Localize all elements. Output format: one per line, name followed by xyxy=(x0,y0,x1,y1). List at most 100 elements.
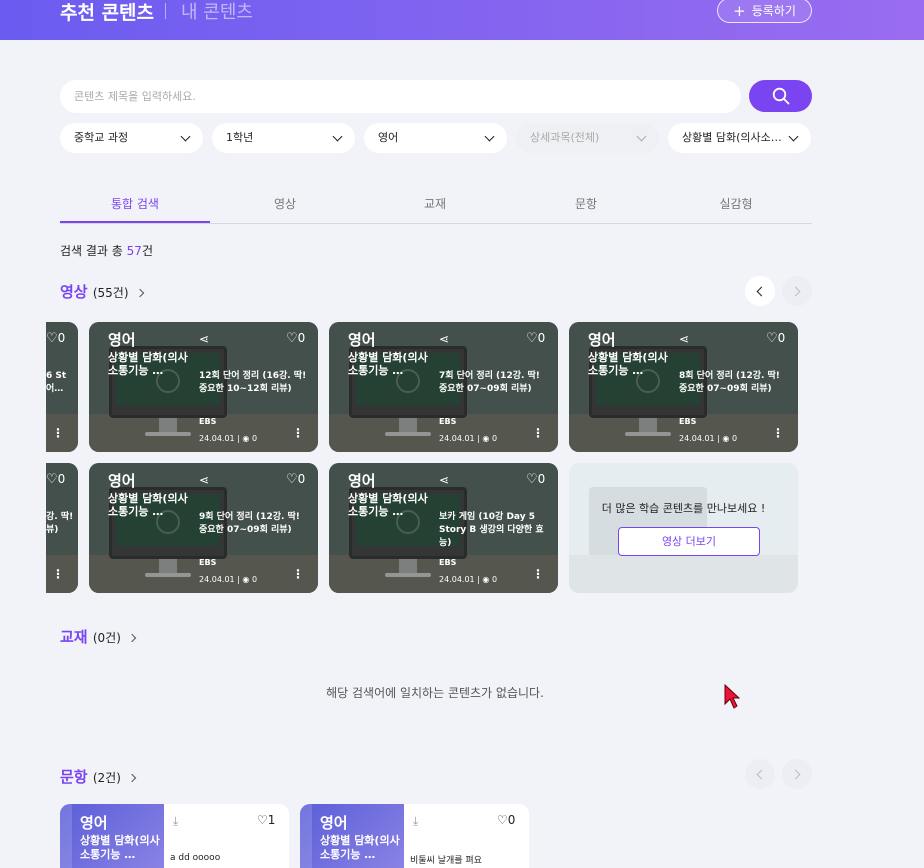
video-title: 강. 딱! 뷰) xyxy=(46,512,74,535)
share-icon[interactable]: ⋖ xyxy=(439,332,449,346)
like-button[interactable]: ♡0 xyxy=(286,472,305,487)
section-name: 문항 xyxy=(60,768,88,786)
like-count: 0 xyxy=(507,813,516,827)
card-subject: 영어 xyxy=(108,331,136,349)
question-next-button[interactable] xyxy=(782,759,812,789)
like-button[interactable]: ♡1 xyxy=(257,813,275,827)
card-date: 24.04.01 | xyxy=(199,575,243,584)
tab-immersive[interactable]: 실감형 xyxy=(661,190,811,223)
register-button[interactable]: + 등록하기 xyxy=(717,0,812,23)
more-menu-icon[interactable]: ⋮ xyxy=(52,426,64,440)
more-content-card: 더 많은 학습 콘텐츠를 만나보세요 ! 영상 더보기 xyxy=(569,463,798,593)
section-count: (2건) xyxy=(92,771,121,785)
video-card[interactable]: ♡0 6 St 어… ⋮ xyxy=(46,322,78,452)
share-icon[interactable]: ⋖ xyxy=(679,332,689,346)
section-count: (0건) xyxy=(92,631,121,645)
like-button[interactable]: ♡0 xyxy=(46,472,65,487)
more-content-message: 더 많은 학습 콘텐츠를 만나보세요 ! xyxy=(601,502,766,515)
card-subject: 영어 xyxy=(80,814,108,832)
more-menu-icon[interactable]: ⋮ xyxy=(532,567,544,581)
tab-question[interactable]: 문항 xyxy=(511,190,661,223)
video-next-button[interactable] xyxy=(782,276,812,306)
heart-icon: ♡ xyxy=(286,472,298,487)
like-count: 0 xyxy=(537,472,546,486)
top-header: 추천 콘텐츠 내 콘텐츠 + 등록하기 xyxy=(0,0,924,40)
card-meta: 24.04.01 | ◉ 0 xyxy=(199,575,257,584)
filter-label: 중학교 과정 xyxy=(74,131,129,144)
like-button[interactable]: ♡0 xyxy=(526,331,545,346)
like-button[interactable]: ♡0 xyxy=(46,331,65,346)
heart-icon: ♡ xyxy=(257,813,268,827)
more-menu-icon[interactable]: ⋮ xyxy=(772,426,784,440)
result-prefix: 검색 결과 총 xyxy=(60,244,127,258)
search-input[interactable]: 콘텐츠 제목을 입력하세요. xyxy=(60,80,741,113)
view-count: 0 xyxy=(251,434,258,443)
question-prev-button[interactable] xyxy=(745,759,775,789)
card-subject: 영어 xyxy=(348,331,376,349)
video-card[interactable]: ♡0 강. 딱! 뷰) ⋮ xyxy=(46,463,78,593)
video-section-title[interactable]: 영상 (55건) xyxy=(60,281,145,302)
share-icon[interactable]: ⋖ xyxy=(199,473,209,487)
search-icon xyxy=(772,87,789,105)
like-button[interactable]: ♡0 xyxy=(497,813,515,827)
more-menu-icon[interactable]: ⋮ xyxy=(52,567,64,581)
like-count: 0 xyxy=(57,472,66,486)
like-count: 0 xyxy=(297,472,306,486)
tab-textbook[interactable]: 교재 xyxy=(360,190,510,223)
question-section-title[interactable]: 문항 (2건) xyxy=(60,766,137,787)
book-section-title[interactable]: 교재 (0건) xyxy=(60,626,137,647)
card-subject: 영어 xyxy=(588,331,616,349)
question-text: a dd ooooo xyxy=(170,853,221,863)
video-card[interactable]: 영어 상황별 담화(의사소통기능 … ⋖ ♡0 12회 단어 정리 (16강. … xyxy=(89,322,318,452)
filter-school-level[interactable]: 중학교 과정 xyxy=(60,123,203,153)
share-icon[interactable]: ⋖ xyxy=(439,473,449,487)
tab-video[interactable]: 영상 xyxy=(210,190,360,223)
eye-icon: ◉ xyxy=(722,434,730,443)
download-icon[interactable]: ⤓ xyxy=(413,814,418,829)
tab-integrated-search[interactable]: 통합 검색 xyxy=(60,190,210,223)
filter-grade[interactable]: 1학년 xyxy=(212,123,355,153)
chevron-right-icon xyxy=(790,769,801,779)
more-menu-icon[interactable]: ⋮ xyxy=(532,426,544,440)
view-count: 0 xyxy=(731,434,738,443)
like-count: 0 xyxy=(777,331,786,345)
download-icon[interactable]: ⤓ xyxy=(173,814,178,829)
question-card[interactable]: 영어 상황별 담화(의사소통기능 … ⤓ ♡1 a dd ooooo xyxy=(60,804,289,868)
more-menu-icon[interactable]: ⋮ xyxy=(292,426,304,440)
card-course: 상황별 담화(의사소통기능 … xyxy=(588,351,668,377)
tab-recommended[interactable]: 추천 콘텐츠 xyxy=(60,0,154,25)
card-date: 24.04.01 | xyxy=(439,434,483,443)
video-title: 7회 단어 정리 (12강. 딱! 중요한 07~09회 리뷰) xyxy=(439,371,540,394)
like-button[interactable]: ♡0 xyxy=(526,472,545,487)
filter-subject[interactable]: 영어 xyxy=(364,123,507,153)
register-label: 등록하기 xyxy=(751,4,796,18)
like-button[interactable]: ♡0 xyxy=(766,331,785,346)
like-button[interactable]: ♡0 xyxy=(286,331,305,346)
brand-logo: EBS xyxy=(439,558,457,567)
card-course: 상황별 담화(의사소통기능 … xyxy=(108,351,188,377)
search-button[interactable] xyxy=(749,80,812,112)
question-card[interactable]: 영어 상황별 담화(의사소통기능 … ⤓ ♡0 비둘씨 날개를 펴요 xyxy=(300,804,529,868)
video-title: 12회 단어 정리 (16강. 딱! 중요한 10~12회 리뷰) xyxy=(199,371,307,394)
chevron-right-icon xyxy=(135,288,145,298)
video-card[interactable]: 영어 상황별 담화(의사소통기능 … ⋖ ♡0 9회 단어 정리 (12강. 딱… xyxy=(89,463,318,593)
chevron-right-icon xyxy=(127,773,137,783)
video-carousel: ♡0 6 St 어… ⋮ ♡0 강. 딱! 뷰) ⋮ 영어 상황별 담화(의사소… xyxy=(46,315,846,605)
video-card[interactable]: 영어 상황별 담화(의사소통기능 … ⋖ ♡0 8회 단어 정리 (12강. 딱… xyxy=(569,322,798,452)
filter-course[interactable]: 상황별 담화(의사소… xyxy=(668,123,811,153)
video-prev-button[interactable] xyxy=(745,276,775,306)
chevron-left-icon xyxy=(756,286,767,296)
more-menu-icon[interactable]: ⋮ xyxy=(292,567,304,581)
video-more-button[interactable]: 영상 더보기 xyxy=(618,527,760,556)
header-divider xyxy=(165,3,166,19)
chevron-down-icon xyxy=(484,131,495,142)
video-card[interactable]: 영어 상황별 담화(의사소통기능 … ⋖ ♡0 7회 단어 정리 (12강. 딱… xyxy=(329,322,558,452)
mouse-cursor-icon xyxy=(724,684,740,709)
filter-label: 1학년 xyxy=(226,131,254,144)
section-count: (55건) xyxy=(92,286,129,300)
card-meta: 24.04.01 | ◉ 0 xyxy=(439,434,497,443)
filter-detail-subject[interactable]: 상세과목(전체) xyxy=(516,123,659,153)
share-icon[interactable]: ⋖ xyxy=(199,332,209,346)
tab-my-content[interactable]: 내 콘텐츠 xyxy=(181,0,253,24)
video-card[interactable]: 영어 상황별 담화(의사소통기능 … ⋖ ♡0 보카 게임 (10강 Day 5… xyxy=(329,463,558,593)
